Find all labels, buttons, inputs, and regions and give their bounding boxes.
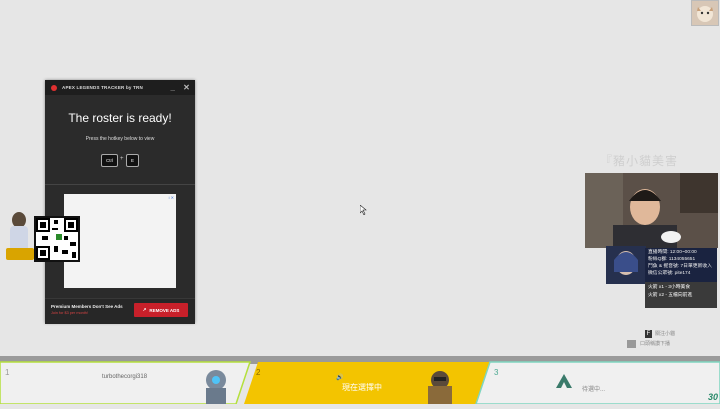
schedule-line: 微信公眾號: pite174 bbox=[648, 270, 691, 276]
hotkey-hint: Press the hotkey below to view bbox=[85, 136, 155, 142]
tracker-overlay-window: APEX LEGENDS TRACKER by TRN _ ✕ The rost… bbox=[45, 80, 195, 324]
countdown-timer: 30 bbox=[707, 392, 718, 402]
badge-icon bbox=[627, 340, 636, 348]
roster-ready-heading: The roster is ready! bbox=[68, 111, 172, 125]
tracker-title: APEX LEGENDS TRACKER by TRN bbox=[62, 85, 143, 90]
adchoices-icon[interactable]: i ✕ bbox=[169, 195, 174, 200]
minimize-button[interactable]: _ bbox=[170, 83, 175, 92]
streamer-avatar bbox=[691, 0, 719, 26]
tracker-titlebar[interactable]: APEX LEGENDS TRACKER by TRN _ ✕ bbox=[45, 80, 195, 95]
close-button[interactable]: ✕ bbox=[183, 83, 190, 92]
plus-sign: + bbox=[120, 156, 124, 162]
follow-icon: F bbox=[645, 330, 652, 338]
divider bbox=[45, 184, 195, 185]
schedule-line: 粉絲Q群: 1134055651 bbox=[648, 256, 696, 262]
character-select-bar: 1 turbothecorgi318 2 🔊 現在選擇中 3 待選中... 30 bbox=[0, 356, 720, 404]
stream-schedule-panel: 直播時間: 12:00~00:00 粉絲Q群: 1134055651 鬥魚 & … bbox=[645, 248, 717, 284]
external-link-icon: ↗ bbox=[142, 307, 147, 312]
tracker-footer: Premium Members Don't See Ads Join for $… bbox=[45, 298, 195, 324]
follow-text: 關注小貓 bbox=[655, 331, 676, 337]
remove-ads-button[interactable]: ↗ REMOVE ADS bbox=[134, 303, 188, 317]
schedule-line: 直播時間: 12:00~00:00 bbox=[648, 250, 697, 255]
rocket-reward-banner: 火箭 x1 - 3小時美食 火箭 x2 - 五檔向前進 bbox=[645, 282, 717, 308]
slot-number: 1 bbox=[5, 368, 10, 377]
premium-text: Premium Members Don't See Ads bbox=[51, 304, 123, 309]
webcam-feed bbox=[585, 173, 718, 248]
speaker-icon: 🔊 bbox=[336, 375, 344, 381]
legend-bloodhound-art bbox=[420, 366, 460, 404]
schedule-line: 鬥魚 & 抳音號: 7日單更新收入 bbox=[648, 263, 712, 269]
slot-number: 2 bbox=[256, 368, 261, 377]
player-name: turbothecorgi318 bbox=[102, 374, 148, 380]
channel-watermark: 『豬小貓美害 bbox=[600, 154, 679, 168]
ctrl-key: Ctrl bbox=[101, 154, 118, 167]
slot-number: 3 bbox=[494, 368, 499, 377]
waiting-status: 待選中... bbox=[582, 387, 606, 393]
remove-ads-label: REMOVE ADS bbox=[149, 307, 180, 313]
premium-price-link[interactable]: Join for $3 per month! bbox=[51, 311, 88, 315]
e-key: E bbox=[126, 154, 139, 167]
qr-code bbox=[34, 216, 80, 262]
reward-line: 火箭 x1 - 3小時美食 bbox=[648, 285, 691, 290]
ad-slot[interactable]: i ✕ bbox=[64, 194, 176, 288]
trn-logo-icon bbox=[51, 84, 57, 91]
legend-portrait bbox=[606, 246, 646, 284]
praise-text: 口頭稱讚下播 bbox=[640, 341, 671, 347]
reward-line: 火箭 x2 - 五檔向前進 bbox=[648, 292, 693, 298]
selecting-status: 現在選擇中 bbox=[342, 383, 382, 392]
apex-logo-icon bbox=[556, 374, 572, 393]
legend-pathfinder-art bbox=[196, 364, 236, 404]
character-art bbox=[2, 204, 36, 264]
mouse-cursor-icon bbox=[359, 202, 367, 220]
